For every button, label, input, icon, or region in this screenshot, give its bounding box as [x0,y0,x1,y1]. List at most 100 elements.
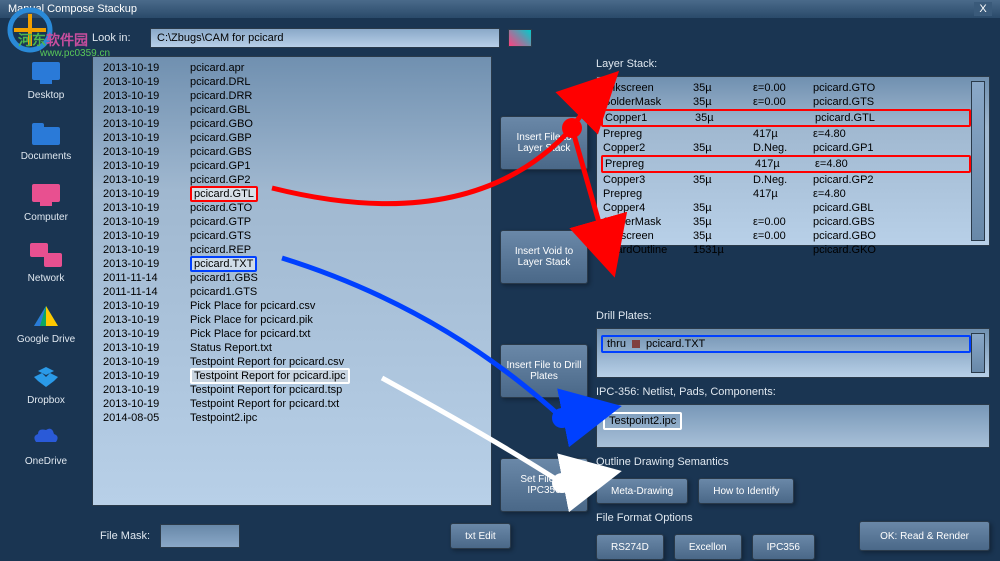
layer-stack-panel: Silkscreen35µε=0.00pcicard.GTOSolderMask… [596,76,990,246]
drill-plates-label: Drill Plates: [596,310,990,322]
insert-file-layer-button[interactable]: Insert File to Layer Stack [500,116,588,170]
file-name: Status Report.txt [190,341,272,355]
file-date: 2013-10-19 [103,145,178,159]
drill-row[interactable]: thru pcicard.TXT [601,335,971,353]
file-date: 2013-10-19 [103,201,178,215]
layer-row[interactable]: Prepreg417µε=4.80 [601,127,971,141]
layer-row[interactable]: SolderMask35µε=0.00pcicard.GBS [601,215,971,229]
file-name: Testpoint Report for pcicard.csv [190,355,344,369]
sidebar-label: OneDrive [25,456,67,467]
insert-file-drill-button[interactable]: Insert File to Drill Plates [500,344,588,398]
layer-row[interactable]: Copper335µD.Neg.pcicard.GP2 [601,173,971,187]
file-mask-input[interactable] [160,524,240,548]
file-date: 2013-10-19 [103,327,178,341]
layer-row[interactable]: Silkscreen35µε=0.00pcicard.GBO [601,229,971,243]
file-row[interactable]: 2013-10-19 Testpoint Report for pcicard.c… [97,355,487,369]
txt-edit-button[interactable]: txt Edit [450,523,511,549]
layer-row[interactable]: Silkscreen35µε=0.00pcicard.GTO [601,81,971,95]
file-name: pcicard.GTS [190,229,251,243]
layer-row[interactable]: Prepreg417µε=4.80 [601,155,971,173]
file-name: Testpoint Report for pcicard.txt [190,397,339,411]
file-row[interactable]: 2013-10-19pcicard.GP2 [97,173,487,187]
file-date: 2013-10-19 [103,299,178,313]
sidebar-item-onedrive[interactable]: OneDrive [25,424,67,467]
file-row[interactable]: 2013-10-19pcicard.GTP [97,215,487,229]
layer-row[interactable]: Copper135µpcicard.GTL [601,109,971,127]
layer-row[interactable]: Prepreg417µε=4.80 [601,187,971,201]
file-name: pcicard.GP1 [190,159,251,173]
file-row[interactable]: 2013-10-19 Pick Place for pcicard.csv [97,299,487,313]
sidebar-item-google-drive[interactable]: Google Drive [17,302,75,345]
meta-drawing-button[interactable]: Meta-Drawing [596,478,688,504]
outline-label: Outline Drawing Semantics [596,456,990,468]
layer-row[interactable]: Copper435µpcicard.GBL [601,201,971,215]
sidebar-item-desktop[interactable]: Desktop [28,58,65,101]
file-row[interactable]: 2013-10-19pcicard.TXT [97,257,487,271]
file-name: Pick Place for pcicard.csv [190,299,315,313]
layer-row[interactable]: BoardOutline1531µpcicard.GKO [601,243,971,257]
file-name: Pick Place for pcicard.txt [190,327,310,341]
sidebar-icon [30,363,62,391]
sidebar-item-computer[interactable]: Computer [24,180,68,223]
lookin-label: Look in: [92,32,142,44]
watermark-text: 河东软件园 [18,30,88,50]
file-name: pcicard.GBL [190,103,251,117]
ipc-value[interactable]: Testpoint2.ipc [603,412,682,430]
file-date: 2013-10-19 [103,397,178,411]
file-row[interactable]: 2013-10-19Pick Place for pcicard.pik [97,313,487,327]
sidebar-item-dropbox[interactable]: Dropbox [27,363,65,406]
file-date: 2014-08-05 [103,411,178,425]
file-row[interactable]: 2013-10-19pcicard.GBO [97,117,487,131]
file-row[interactable]: 2013-10-19pcicard.GTL [97,187,487,201]
file-row[interactable]: 2013-10-19 pcicard.GP1 [97,159,487,173]
file-date: 2013-10-19 [103,313,178,327]
ipc-panel: Testpoint2.ipc [596,404,990,448]
drill-color-icon [632,340,640,348]
file-date: 2013-10-19 [103,173,178,187]
file-row[interactable]: 2013-10-19pcicard.DRR [97,89,487,103]
file-row[interactable]: 2014-08-05 Testpoint2.ipc [97,411,487,425]
insert-void-layer-button[interactable]: Insert Void to Layer Stack [500,230,588,284]
file-row[interactable]: 2013-10-19pcicard.REP [97,243,487,257]
color-picker-button[interactable] [508,29,532,47]
sidebar-icon [30,424,62,452]
file-date: 2013-10-19 [103,103,178,117]
file-row[interactable]: 2013-10-19 Testpoint Report for pcicard.t… [97,397,487,411]
file-date: 2013-10-19 [103,243,178,257]
file-row[interactable]: 2013-10-19Testpoint Report for pcicard.t… [97,383,487,397]
layer-row[interactable]: SolderMask35µε=0.00pcicard.GTS [601,95,971,109]
file-row[interactable]: 2013-10-19Status Report.txt [97,341,487,355]
ok-read-render-button[interactable]: OK: Read & Render [859,521,990,551]
layer-scrollbar[interactable] [971,81,985,241]
layer-row[interactable]: Copper235µD.Neg.pcicard.GP1 [601,141,971,155]
file-date: 2013-10-19 [103,257,178,271]
drill-scrollbar[interactable] [971,333,985,373]
sidebar-label: Dropbox [27,395,65,406]
file-name: pcicard.GTL [190,187,258,201]
how-to-identify-button[interactable]: How to Identify [698,478,794,504]
file-name: Testpoint Report for pcicard.ipc [190,369,350,383]
set-file-ipc-button[interactable]: Set File as IPC356 [500,458,588,512]
sidebar-label: Desktop [28,90,65,101]
drill-plates-panel: thru pcicard.TXT [596,328,990,378]
file-row[interactable]: 2013-10-19pcicard.GBS [97,145,487,159]
file-row[interactable]: 2013-10-19pcicard.GTS [97,229,487,243]
file-row[interactable]: 2013-10-19pcicard.GBP [97,131,487,145]
file-row[interactable]: 2011-11-14pcicard1.GTS [97,285,487,299]
file-row[interactable]: 2013-10-19 Pick Place for pcicard.txt [97,327,487,341]
file-row[interactable]: 2013-10-19pcicard.GTO [97,201,487,215]
file-row[interactable]: 2013-10-19pcicard.apr [97,61,487,75]
file-row[interactable]: 2013-10-19Testpoint Report for pcicard.i… [97,369,487,383]
file-date: 2013-10-19 [103,159,178,173]
lookin-input[interactable] [150,28,500,48]
sidebar-item-network[interactable]: Network [28,241,65,284]
file-name: Testpoint2.ipc [190,411,257,425]
file-row[interactable]: 2011-11-14pcicard1.GBS [97,271,487,285]
file-date: 2013-10-19 [103,355,178,369]
file-name: pcicard1.GBS [190,271,258,285]
file-row[interactable]: 2013-10-19 pcicard.GBL [97,103,487,117]
file-row[interactable]: 2013-10-19pcicard.DRL [97,75,487,89]
sidebar-item-documents[interactable]: Documents [21,119,72,162]
close-button[interactable]: X [974,2,992,16]
sidebar-icon [30,241,62,269]
